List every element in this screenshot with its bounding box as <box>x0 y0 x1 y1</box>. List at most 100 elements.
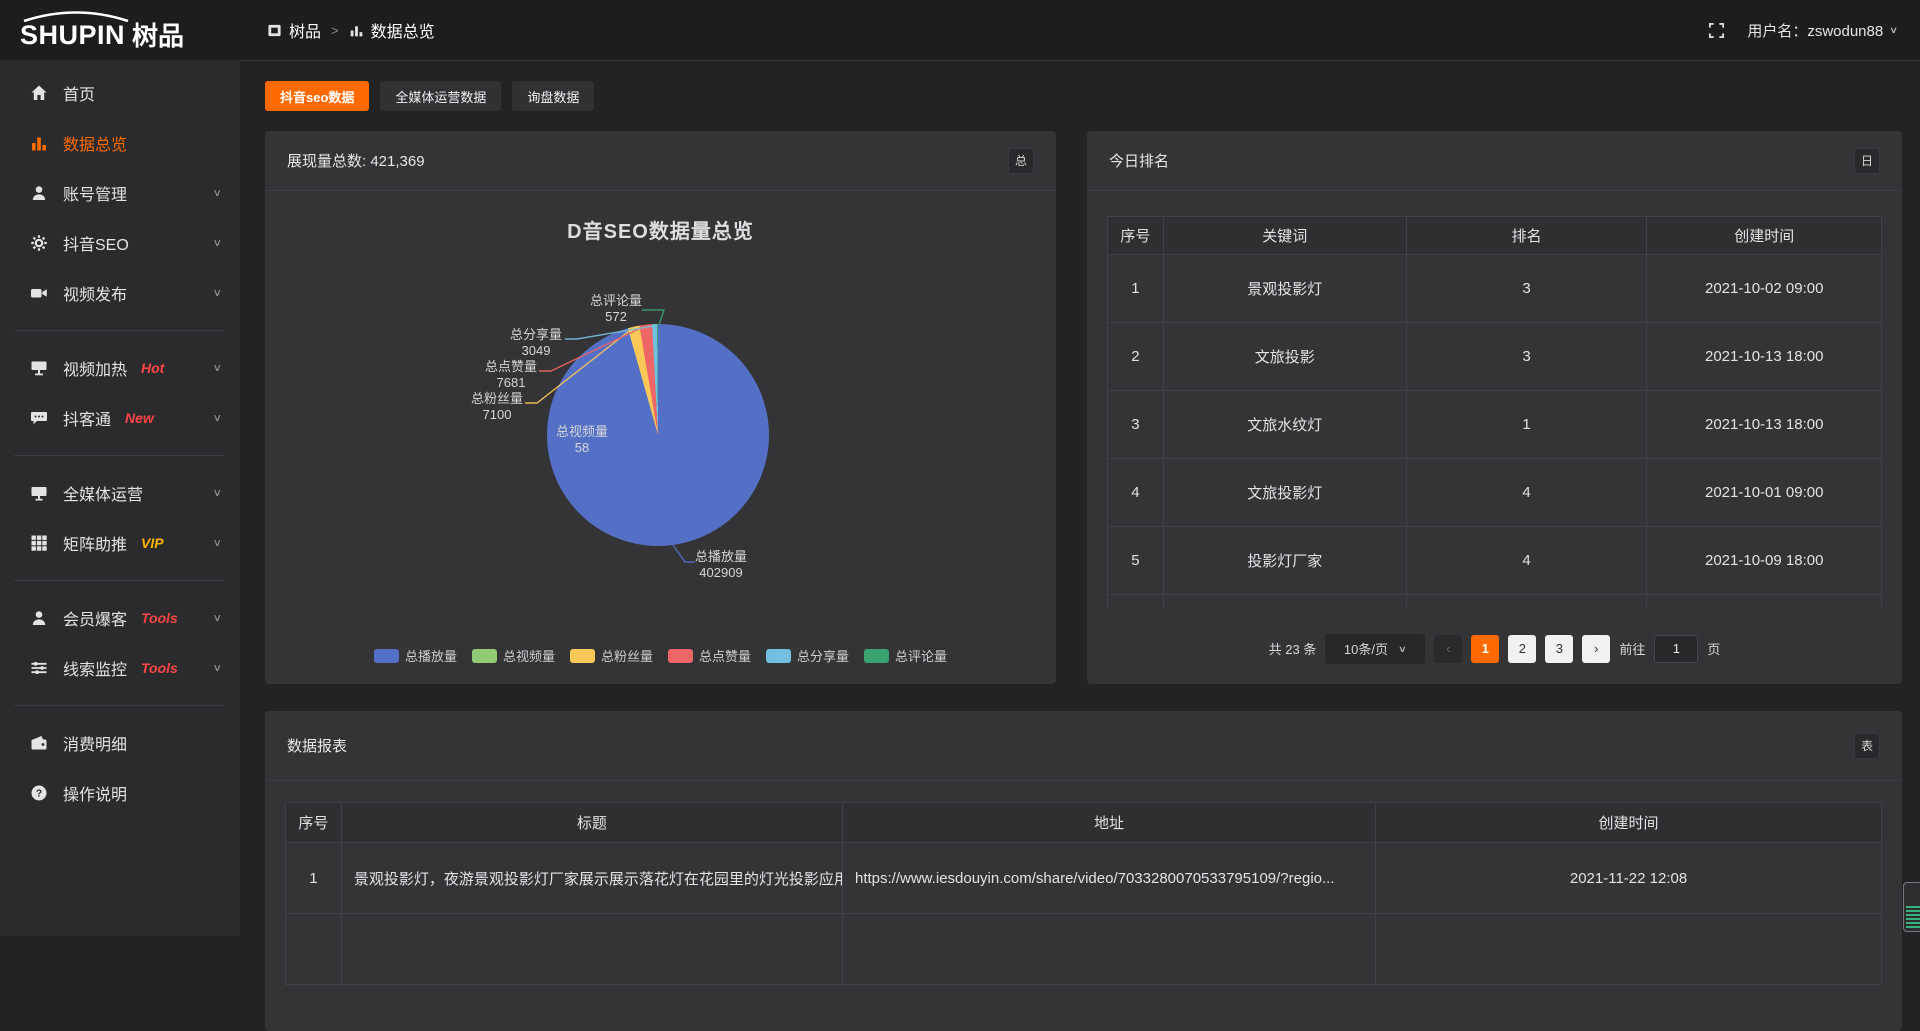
sidebar-divider <box>14 330 224 331</box>
pagination-total: 共 23 条 <box>1269 639 1317 658</box>
tools-tag: Tools <box>141 610 178 626</box>
sliders-icon <box>30 659 48 677</box>
app-logo: SHUPIN 树品 <box>0 11 240 49</box>
user-menu[interactable]: 用户名：zswodun88 ∨ <box>1747 20 1898 41</box>
ranking-table: 序号 关键词 排名 创建时间 1景观投影灯32021-10-02 09:00 2… <box>1107 216 1882 609</box>
goto-label: 前往 <box>1619 639 1645 658</box>
ranking-header-row: 序号 关键词 排名 创建时间 <box>1108 217 1882 255</box>
logo-cn-label: 树品 <box>132 23 184 49</box>
topbar-right: 用户名：zswodun88 ∨ <box>1708 20 1920 41</box>
chevron-down-icon: ∨ <box>212 537 222 550</box>
username-label: 用户名：zswodun88 <box>1747 20 1883 41</box>
chevron-down-icon: ∨ <box>1398 643 1407 654</box>
page-button-3[interactable]: 3 <box>1545 635 1573 663</box>
chart-title: D音SEO数据量总览 <box>265 215 1056 244</box>
heat-screen-icon <box>30 359 48 377</box>
grid-icon <box>30 534 48 552</box>
table-row-partial <box>286 914 1882 985</box>
sidebar-item-lead-monitor[interactable]: 线索监控 Tools ∨ <box>0 643 240 693</box>
pagination: 共 23 条 10条/页 ∨ ‹ 1 2 3 › 前往 页 <box>1087 634 1902 664</box>
page-size-select[interactable]: 10条/页 ∨ <box>1325 634 1425 664</box>
table-row: 1 景观投影灯，夜游景观投影灯厂家展示展示落花灯在花园里的灯光投影应用效果 # … <box>286 843 1882 914</box>
chevron-down-icon: ∨ <box>212 612 222 625</box>
legend-item-fans[interactable]: 总粉丝量 <box>570 646 653 665</box>
sidebar-item-member-burst[interactable]: 会员爆客 Tools ∨ <box>0 593 240 643</box>
sidebar-item-video-heat[interactable]: 视频加热 Hot ∨ <box>0 343 240 393</box>
chevron-down-icon: ∨ <box>212 487 222 500</box>
chat-icon <box>30 409 48 427</box>
report-title: 数据报表 <box>287 735 347 756</box>
overview-total-label: 展现量总数: 421,369 <box>287 150 425 171</box>
breadcrumb-separator: > <box>331 23 339 38</box>
data-tabs: 抖音seo数据 全媒体运营数据 询盘数据 <box>265 81 1902 111</box>
sidebar-item-data-overview[interactable]: 数据总览 <box>0 118 240 168</box>
table-view-button[interactable]: 表 <box>1854 733 1880 759</box>
legend-item-video[interactable]: 总视频量 <box>472 646 555 665</box>
day-view-button[interactable]: 日 <box>1854 148 1880 174</box>
logo-text-en: SHUPIN <box>20 11 125 49</box>
table-row: 2文旅投影32021-10-13 18:00 <box>1108 323 1882 391</box>
overview-panel-header: 展现量总数: 421,369 总 <box>265 131 1056 191</box>
svg-text:?: ? <box>36 788 42 800</box>
chart-legend: 总播放量 总视频量 总粉丝量 总点赞量 总分享量 总评论量 <box>265 646 1056 665</box>
table-row: 1景观投影灯32021-10-02 09:00 <box>1108 255 1882 323</box>
tab-media-operation-data[interactable]: 全媒体运营数据 <box>380 81 501 111</box>
sidebar-item-account[interactable]: 账号管理 ∨ <box>0 168 240 218</box>
gear-icon <box>30 234 48 252</box>
legend-swatch <box>864 649 889 663</box>
question-icon: ? <box>30 784 48 802</box>
sidebar-item-matrix-boost[interactable]: 矩阵助推 VIP ∨ <box>0 518 240 568</box>
overview-panel: 展现量总数: 421,369 总 D音SEO数据量总览 总播放量402909 总… <box>265 131 1056 684</box>
legend-item-comments[interactable]: 总评论量 <box>864 646 947 665</box>
main-content: 抖音seo数据 全媒体运营数据 询盘数据 展现量总数: 421,369 总 D音… <box>240 60 1920 936</box>
pie-label-comments: 总评论量572 <box>580 293 652 325</box>
fullscreen-icon[interactable] <box>1708 22 1725 39</box>
ranking-panel-header: 今日排名 日 <box>1087 131 1902 191</box>
next-page-button[interactable]: › <box>1582 635 1610 663</box>
report-row-title: 景观投影灯，夜游景观投影灯厂家展示展示落花灯在花园里的灯光投影应用效果 # <box>341 843 842 914</box>
page-button-2[interactable]: 2 <box>1508 635 1536 663</box>
legend-swatch <box>668 649 693 663</box>
sidebar-item-home[interactable]: 首页 <box>0 68 240 118</box>
goto-unit: 页 <box>1707 639 1720 658</box>
tab-douyin-seo-data[interactable]: 抖音seo数据 <box>265 81 369 111</box>
report-panel-header: 数据报表 表 <box>265 711 1902 781</box>
table-row-partial <box>1108 595 1882 609</box>
scroll-widget[interactable] <box>1903 882 1920 932</box>
user-icon <box>30 184 48 202</box>
page-button-1[interactable]: 1 <box>1471 635 1499 663</box>
chevron-down-icon: ∨ <box>212 412 222 425</box>
chevron-down-icon: ∨ <box>212 362 222 375</box>
data-report-panel: 数据报表 表 序号 标题 地址 创建时间 1 景观投影灯，夜游景观投影灯厂家展示… <box>265 711 1902 1031</box>
chevron-down-icon: ∨ <box>212 237 222 250</box>
chevron-down-icon: ∨ <box>212 187 222 200</box>
goto-page-input[interactable] <box>1654 635 1698 663</box>
breadcrumb: 树品 > 数据总览 <box>267 18 435 42</box>
legend-item-likes[interactable]: 总点赞量 <box>668 646 751 665</box>
table-row: 3文旅水纹灯12021-10-13 18:00 <box>1108 391 1882 459</box>
ranking-title: 今日排名 <box>1109 150 1169 171</box>
table-row: 4文旅投影灯42021-10-01 09:00 <box>1108 459 1882 527</box>
sidebar-item-douyin-seo[interactable]: 抖音SEO ∨ <box>0 218 240 268</box>
legend-item-shares[interactable]: 总分享量 <box>766 646 849 665</box>
total-view-button[interactable]: 总 <box>1008 148 1034 174</box>
breadcrumb-root[interactable]: 树品 <box>267 18 321 42</box>
panels-row: 展现量总数: 421,369 总 D音SEO数据量总览 总播放量402909 总… <box>265 131 1902 684</box>
legend-item-play[interactable]: 总播放量 <box>374 646 457 665</box>
chevron-down-icon: ∨ <box>212 287 222 300</box>
sidebar-item-spend-detail[interactable]: 消费明细 <box>0 718 240 768</box>
prev-page-button[interactable]: ‹ <box>1434 635 1462 663</box>
bar-chart-icon <box>30 134 48 152</box>
chevron-down-icon: ∨ <box>1889 25 1898 36</box>
sidebar-item-media-operation[interactable]: 全媒体运营 ∨ <box>0 468 240 518</box>
report-row-link[interactable]: https://www.iesdouyin.com/share/video/70… <box>843 843 1376 914</box>
tab-inquiry-data[interactable]: 询盘数据 <box>512 81 594 111</box>
legend-swatch <box>374 649 399 663</box>
sidebar: 首页 数据总览 账号管理 ∨ 抖音SEO ∨ 视频发布 <box>0 60 240 936</box>
sidebar-item-help[interactable]: ? 操作说明 <box>0 768 240 818</box>
pie-label-likes: 总点赞量7681 <box>475 359 547 391</box>
sidebar-item-douketong[interactable]: 抖客通 New ∨ <box>0 393 240 443</box>
sidebar-item-video-publish[interactable]: 视频发布 ∨ <box>0 268 240 318</box>
logo-en-label: SHUPIN <box>20 20 125 50</box>
hot-tag: Hot <box>141 360 164 376</box>
